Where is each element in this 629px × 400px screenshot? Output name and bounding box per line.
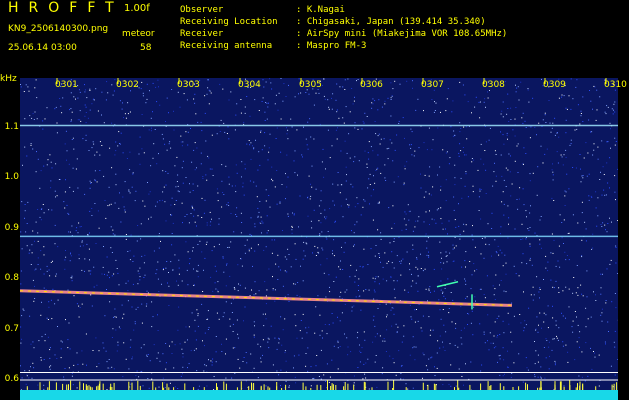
- bottom-spike: [487, 381, 489, 390]
- version-label: 1.00f: [124, 3, 150, 14]
- bottom-spike: [48, 381, 50, 390]
- datetime-label: 25.06.14 03:00: [8, 43, 77, 53]
- bottom-spike: [525, 382, 527, 390]
- bottom-spike: [327, 380, 328, 390]
- y-tick-label: 0.8: [4, 273, 19, 284]
- bottom-spike: [152, 381, 154, 390]
- x-tick-label: 0305: [299, 80, 322, 90]
- meteor-streak: [436, 280, 459, 288]
- observer-value: : K.Nagai: [296, 5, 345, 15]
- y-axis-unit: kHz: [0, 74, 17, 84]
- location-label: Receiving Location: [180, 17, 278, 27]
- bottom-spike: [216, 383, 217, 390]
- bottom-spike: [302, 382, 304, 390]
- y-tick-label: 1.1: [4, 122, 19, 132]
- x-tick-label: 0304: [238, 80, 261, 90]
- bottom-spike: [616, 382, 618, 390]
- bottom-spike: [251, 382, 252, 390]
- bottom-spike: [99, 381, 101, 390]
- bottom-spike: [422, 382, 424, 390]
- meteor-count: 58: [140, 43, 152, 53]
- x-tick-label: 0307: [421, 80, 444, 90]
- bottom-spike: [569, 380, 571, 390]
- antenna-label: Receiving antenna: [180, 41, 273, 51]
- hrofft-window: HROFFT 1.00f KN9_2506140300.png meteor 2…: [0, 0, 629, 400]
- location-value: : Chigasaki, Japan (139.414 35.340): [296, 17, 486, 27]
- x-tick-label: 0306: [360, 80, 383, 90]
- bottom-spike: [387, 381, 389, 390]
- bottom-spike: [577, 383, 578, 390]
- bottom-spike: [499, 383, 501, 390]
- bottom-spike: [344, 382, 346, 390]
- bottom-spike: [331, 383, 333, 390]
- bottom-spike: [113, 382, 115, 390]
- x-tick-label: 0303: [177, 80, 200, 90]
- spectrogram-canvas: [20, 78, 618, 390]
- bottom-spike: [39, 382, 41, 390]
- y-tick-label: 0.7: [4, 323, 19, 334]
- bottom-spike: [83, 383, 84, 390]
- x-tick-label: 0302: [116, 80, 139, 90]
- antenna-value: : Maspro FM-3: [296, 41, 367, 51]
- observer-label: Observer: [180, 5, 224, 15]
- app-title: HROFFT: [8, 0, 124, 16]
- bottom-spike: [79, 381, 81, 390]
- x-tick-label: 0310: [604, 80, 627, 90]
- bottom-spike: [240, 381, 242, 390]
- bottom-spike: [131, 382, 133, 390]
- y-tick-label: 0.6: [4, 374, 19, 384]
- x-tick-label: 0309: [543, 80, 566, 90]
- bottom-spike: [253, 383, 255, 390]
- filename-label: KN9_2506140300.png: [8, 24, 109, 34]
- bottom-spike: [540, 381, 542, 390]
- meteor-label: meteor: [122, 29, 155, 39]
- header-panel: HROFFT 1.00f KN9_2506140300.png meteor 2…: [0, 0, 629, 78]
- right-margin: [618, 78, 629, 400]
- bottom-spike: [70, 380, 72, 390]
- bottom-spike: [184, 383, 186, 390]
- bottom-spike: [137, 380, 139, 390]
- y-tick-label: 1.0: [4, 172, 19, 183]
- bottom-spike: [128, 381, 130, 390]
- spectrogram-plot: [20, 78, 618, 390]
- y-axis: 1.1 1.0 0.9 0.8 0.7 0.6: [0, 78, 20, 400]
- x-tick-label: 0301: [55, 80, 78, 90]
- bottom-spike: [223, 381, 225, 390]
- bottom-spike: [162, 382, 164, 390]
- bottom-spike: [457, 380, 459, 390]
- bottom-spike: [55, 382, 57, 390]
- bottom-spike: [560, 381, 562, 390]
- x-tick-label: 0308: [482, 80, 505, 90]
- bottom-spike: [363, 381, 365, 390]
- bottom-spike: [364, 382, 366, 390]
- bottom-signal-bar: [20, 390, 618, 400]
- y-tick-label: 0.9: [4, 222, 19, 233]
- receiver-label: Receiver: [180, 29, 224, 39]
- bottom-spike: [393, 380, 395, 390]
- receiver-value: : AirSpy mini (Miakejima VOR 108.65MHz): [296, 29, 508, 39]
